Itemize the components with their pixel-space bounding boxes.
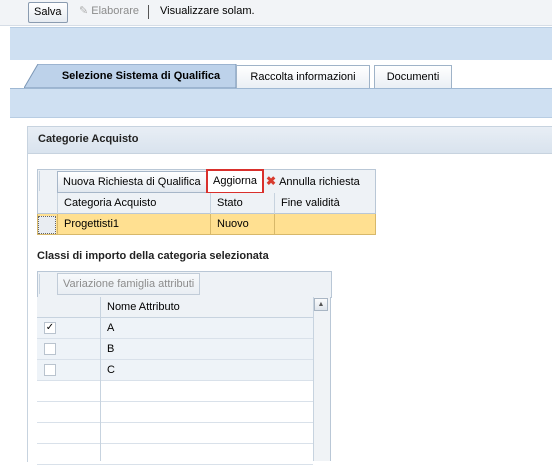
pencil-icon: ✎ bbox=[79, 5, 89, 17]
row-selector[interactable] bbox=[38, 216, 56, 234]
cell-status: Nuovo bbox=[217, 218, 249, 230]
toolbar-grip bbox=[39, 171, 50, 191]
column-divider bbox=[100, 297, 101, 461]
cell-attribute-name: B bbox=[107, 343, 115, 355]
cancel-request-label: Annulla richiesta bbox=[279, 176, 360, 188]
empty-row bbox=[37, 423, 313, 444]
checkmark-icon: ✓ bbox=[45, 322, 55, 333]
column-divider bbox=[57, 214, 58, 234]
triangle-up-icon[interactable]: ▲ bbox=[314, 298, 328, 311]
cell-category[interactable]: Progettisti1 bbox=[64, 214, 119, 234]
tab-raccolta-informazioni[interactable]: Raccolta informazioni bbox=[236, 65, 370, 89]
save-button[interactable]: Salva bbox=[28, 2, 68, 23]
toolbar-separator bbox=[148, 5, 149, 19]
view-only-button[interactable]: Visualizzare solam. bbox=[155, 2, 260, 21]
empty-row bbox=[37, 444, 313, 465]
column-header-end-validity[interactable]: Fine validità bbox=[281, 193, 340, 213]
x-icon: ✖ bbox=[266, 174, 277, 188]
toolbar-grip bbox=[39, 274, 50, 294]
refresh-button[interactable]: Aggiorna bbox=[206, 169, 265, 194]
column-divider bbox=[274, 214, 275, 234]
column-header-status[interactable]: Stato bbox=[217, 193, 243, 213]
cell-attribute-name: A bbox=[107, 322, 115, 334]
checkbox-c[interactable] bbox=[44, 364, 56, 376]
cancel-request-button[interactable]: ✖ Annulla richiesta bbox=[266, 171, 360, 191]
table-row[interactable] bbox=[37, 360, 313, 381]
edit-button[interactable]: ✎ Elaborare bbox=[74, 2, 144, 21]
new-qualification-request-button[interactable]: Nuova Richiesta di Qualifica bbox=[57, 171, 207, 193]
section-title: Classi di importo della categoria selezi… bbox=[37, 250, 269, 262]
tab-content-band bbox=[10, 88, 552, 118]
vertical-scrollbar[interactable] bbox=[313, 297, 331, 461]
tab-documenti[interactable]: Documenti bbox=[374, 65, 452, 89]
cell-attribute-name: C bbox=[107, 364, 115, 376]
column-header-attribute-name[interactable]: Nome Attributo bbox=[107, 297, 180, 317]
checkbox-b[interactable] bbox=[44, 343, 56, 355]
header-band bbox=[10, 27, 552, 62]
column-header-category[interactable]: Categoria Acquisto bbox=[64, 193, 156, 213]
checkbox-a[interactable]: ✓ bbox=[44, 322, 56, 334]
edit-label: Elaborare bbox=[91, 5, 139, 17]
attribute-family-variation-button[interactable]: Variazione famiglia attributi bbox=[57, 273, 201, 295]
column-divider bbox=[210, 214, 211, 234]
panel-title: Categorie Acquisto bbox=[38, 133, 139, 145]
empty-row bbox=[37, 402, 313, 423]
empty-row bbox=[37, 381, 313, 402]
table-row[interactable] bbox=[37, 339, 313, 360]
tab-selezione-sistema[interactable]: Selezione Sistema di Qualifica bbox=[46, 65, 236, 88]
